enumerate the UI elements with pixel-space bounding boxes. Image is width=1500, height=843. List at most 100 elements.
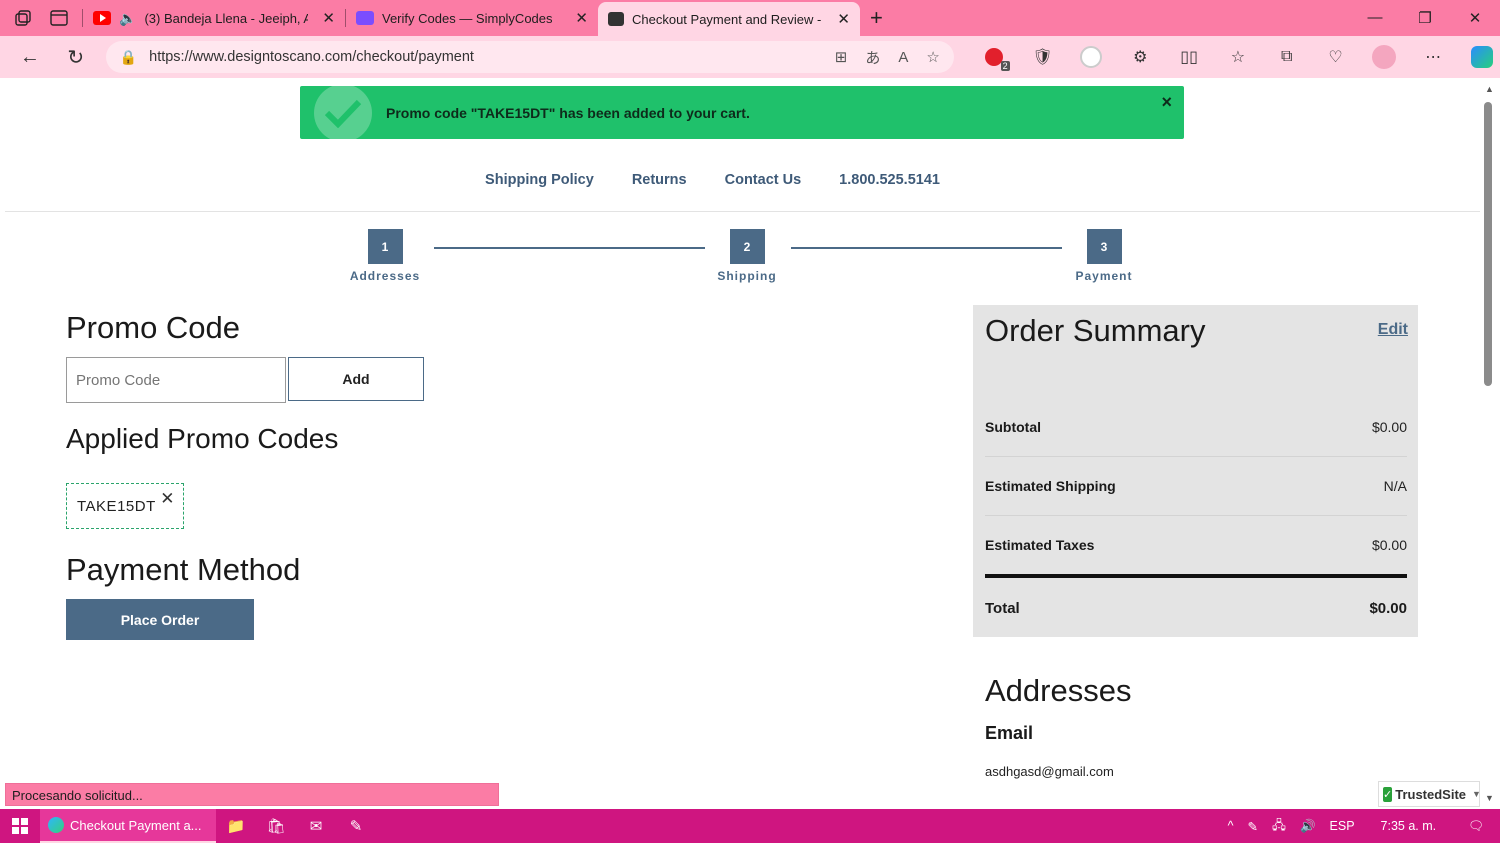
- promo-code-input[interactable]: [66, 357, 286, 403]
- trustedsite-badge[interactable]: ✓ TrustedSite ▼: [1378, 781, 1480, 807]
- lock-icon[interactable]: 🔒: [120, 49, 137, 66]
- add-promo-button[interactable]: Add: [288, 357, 424, 401]
- tab-youtube[interactable]: 🔈 (3) Bandeja Llena - Jeeiph, A ✕: [83, 0, 345, 36]
- total-value: $0.00: [1369, 600, 1407, 617]
- status-bar: Procesando solicitud...: [5, 783, 499, 806]
- youtube-icon: [93, 11, 111, 25]
- summary-row-taxes: Estimated Taxes $0.00: [985, 537, 1407, 553]
- toast-message: Promo code "TAKE15DT" has been added to …: [386, 104, 750, 121]
- extensions-puzzle-icon[interactable]: ⚙: [1122, 41, 1158, 73]
- file-explorer-icon[interactable]: 📁: [216, 817, 256, 835]
- close-tab-icon[interactable]: ✕: [575, 9, 588, 27]
- network-icon[interactable]: 🖧: [1272, 816, 1286, 837]
- step-label: Addresses: [349, 269, 421, 283]
- clock[interactable]: 7:35 a. m.: [1381, 819, 1437, 833]
- divider: [5, 211, 1480, 212]
- step-shipping[interactable]: 2 Shipping: [702, 229, 792, 283]
- remove-promo-icon[interactable]: ✕: [160, 489, 175, 509]
- chevron-down-icon[interactable]: ▼: [1472, 789, 1480, 799]
- url-text[interactable]: https://www.designtoscano.com/checkout/p…: [149, 49, 817, 65]
- step-label: Payment: [1075, 269, 1133, 283]
- pen-icon[interactable]: ✎: [336, 817, 376, 835]
- mail-icon[interactable]: ✉: [296, 817, 336, 835]
- browser-essentials-icon[interactable]: ♡: [1318, 41, 1354, 73]
- close-tab-icon[interactable]: ✕: [837, 10, 850, 28]
- scroll-thumb[interactable]: [1484, 102, 1492, 386]
- omnibox[interactable]: 🔒 https://www.designtoscano.com/checkout…: [105, 41, 954, 73]
- trustedsite-label: TrustedSite: [1395, 786, 1467, 802]
- split-screen-icon[interactable]: ▯▯: [1171, 41, 1207, 73]
- step-number: 2: [729, 229, 765, 264]
- translate-icon[interactable]: あ: [865, 47, 880, 68]
- apps-icon[interactable]: ⊞: [835, 48, 848, 66]
- place-order-button[interactable]: Place Order: [66, 599, 254, 640]
- check-icon: ✓: [1383, 786, 1393, 802]
- copilot-icon[interactable]: [1464, 41, 1500, 73]
- addresses-heading: Addresses: [985, 673, 1132, 708]
- system-tray: ^ ✎ 🖧 🔊 ESP 7:35 a. m. 🗨: [1228, 816, 1500, 837]
- toast-close-icon[interactable]: ×: [1161, 92, 1172, 113]
- link-contact-us[interactable]: Contact Us: [725, 172, 802, 188]
- promo-chip-code: TAKE15DT: [77, 497, 156, 515]
- simplycodes-icon: [356, 11, 374, 25]
- design-toscano-icon: [608, 12, 624, 26]
- language-indicator[interactable]: ESP: [1330, 819, 1355, 833]
- tab-checkout[interactable]: Checkout Payment and Review - ✕: [598, 2, 860, 36]
- step-payment[interactable]: 3 Payment: [1059, 229, 1149, 283]
- taskbar-edge-app[interactable]: Checkout Payment a...: [40, 809, 216, 843]
- notifications-icon[interactable]: 🗨: [1468, 819, 1484, 834]
- favorite-star-icon[interactable]: ☆: [926, 48, 939, 66]
- read-aloud-icon[interactable]: A: [898, 49, 908, 66]
- new-tab-icon[interactable]: +: [870, 5, 883, 31]
- close-window-icon[interactable]: ✕: [1450, 9, 1500, 27]
- step-line: [791, 247, 1062, 249]
- email-label: Email: [985, 723, 1034, 743]
- step-number: 3: [1086, 229, 1122, 264]
- link-phone[interactable]: 1.800.525.5141: [839, 172, 940, 188]
- chevron-up-icon[interactable]: ^: [1228, 819, 1234, 833]
- profile-avatar[interactable]: [1366, 41, 1402, 73]
- more-menu-icon[interactable]: ⋯: [1415, 41, 1451, 73]
- edit-link[interactable]: Edit: [1378, 321, 1408, 339]
- speaker-icon[interactable]: 🔈: [119, 10, 136, 27]
- workspaces-icon[interactable]: [10, 5, 36, 31]
- shield-icon[interactable]: 🛡: [1025, 41, 1061, 73]
- edge-icon: [48, 817, 64, 833]
- scroll-up-icon[interactable]: ▲: [1485, 84, 1494, 94]
- tab-simplycodes[interactable]: Verify Codes — SimplyCodes ✕: [346, 0, 598, 36]
- windows-start-icon[interactable]: [0, 809, 40, 843]
- summary-divider: [985, 456, 1407, 457]
- volume-icon[interactable]: 🔊: [1300, 819, 1316, 834]
- summary-label: Subtotal: [985, 419, 1041, 435]
- link-returns[interactable]: Returns: [632, 172, 687, 188]
- summary-value: N/A: [1383, 478, 1407, 494]
- refresh-icon[interactable]: ↻: [60, 41, 92, 73]
- browser-tab-strip: 🔈 (3) Bandeja Llena - Jeeiph, A ✕ Verify…: [0, 0, 1500, 36]
- favorites-icon[interactable]: ☆: [1220, 41, 1256, 73]
- order-summary: Order Summary Edit Subtotal $0.00 Estima…: [973, 305, 1418, 637]
- summary-label: Estimated Taxes: [985, 537, 1095, 553]
- extension-badge-count: 2: [1000, 61, 1010, 71]
- windows-taskbar: Checkout Payment a... 📁 🛍 ✉ ✎ ^ ✎ 🖧 🔊 ES…: [0, 809, 1500, 843]
- collections-icon[interactable]: ⧉: [1269, 41, 1305, 73]
- payment-method-heading: Payment Method: [66, 552, 301, 587]
- coupon-extension-icon[interactable]: [1074, 41, 1110, 73]
- minimize-icon[interactable]: —: [1350, 9, 1400, 27]
- scroll-down-icon[interactable]: ▼: [1485, 793, 1494, 803]
- summary-row-subtotal: Subtotal $0.00: [985, 419, 1407, 435]
- tab-title: Checkout Payment and Review -: [632, 11, 822, 27]
- step-addresses[interactable]: 1 Addresses: [340, 229, 430, 283]
- extension-badge-icon[interactable]: 2: [976, 41, 1012, 73]
- page-scrollbar[interactable]: ▲ ▼: [1480, 78, 1500, 809]
- tab-actions-icon[interactable]: [46, 5, 72, 31]
- store-icon[interactable]: 🛍: [256, 817, 296, 835]
- restore-icon[interactable]: ❐: [1400, 9, 1450, 27]
- close-tab-icon[interactable]: ✕: [322, 9, 335, 27]
- pen-tray-icon[interactable]: ✎: [1248, 819, 1258, 834]
- taskbar-app-label: Checkout Payment a...: [70, 817, 202, 833]
- link-shipping-policy[interactable]: Shipping Policy: [485, 172, 594, 188]
- applied-promo-heading: Applied Promo Codes: [66, 423, 339, 454]
- tab-title: (3) Bandeja Llena - Jeeiph, A: [144, 10, 309, 26]
- total-label: Total: [985, 600, 1020, 617]
- back-icon[interactable]: ←: [14, 41, 46, 73]
